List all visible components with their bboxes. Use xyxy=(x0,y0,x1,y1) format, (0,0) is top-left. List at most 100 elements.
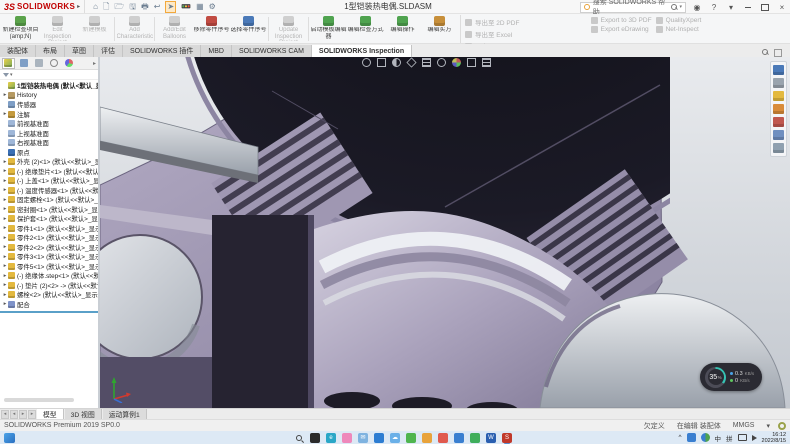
login-user-icon[interactable]: ◉ xyxy=(691,2,703,13)
tree-item[interactable]: 1型铠装热电偶 (默认<默认_显示状态-1 xyxy=(0,81,98,91)
status-item[interactable]: 欠定义 xyxy=(644,421,665,431)
taskbar-app-icon[interactable] xyxy=(406,433,416,443)
ribbon-button[interactable]: 选择零件序号 xyxy=(230,15,267,43)
tree-item[interactable]: 零件2<1> (默认<<默认>_显示状态 xyxy=(0,233,98,243)
tree-item[interactable]: (-) 温度传感器<1> (默认<<默认>_ xyxy=(0,186,98,196)
command-tab[interactable]: SOLIDWORKS CAM xyxy=(232,45,312,57)
view-tab[interactable]: 运动算例1 xyxy=(103,409,147,419)
ribbon-button[interactable]: 编辑操作 xyxy=(384,15,421,43)
quick-access-icon[interactable]: 🗁 xyxy=(114,2,124,12)
zoom-fit-icon[interactable] xyxy=(362,58,371,67)
tree-item[interactable]: History xyxy=(0,91,98,101)
command-tab[interactable]: SOLIDWORKS Inspection xyxy=(312,45,412,57)
command-tab[interactable]: MBD xyxy=(201,45,232,57)
quick-access-icon[interactable]: ⚙ xyxy=(209,2,216,12)
export-menu-item[interactable]: QualityXpert xyxy=(656,17,702,24)
command-tab[interactable]: 装配体 xyxy=(0,45,36,57)
export-menu-item[interactable]: 导出至 2D PDF xyxy=(465,17,587,27)
task-pane-icon[interactable] xyxy=(773,91,784,101)
taskbar-app-icon[interactable] xyxy=(278,433,288,443)
ribbon-button[interactable]: 新建模板 xyxy=(76,15,113,43)
tray-chevron-up-icon[interactable]: ^ xyxy=(678,434,681,441)
ime-mode-indicator[interactable]: 拼 xyxy=(726,433,733,443)
ime-language-indicator[interactable]: 中 xyxy=(715,433,722,443)
ribbon-button[interactable]: Update Inspection Project xyxy=(270,15,307,43)
tree-item[interactable]: 上视基准面 xyxy=(0,129,98,139)
tree-item[interactable]: 前视基准面 xyxy=(0,119,98,129)
quick-access-icon[interactable]: 🚥 xyxy=(181,2,191,12)
solidworks-logo[interactable]: 3S SOLIDWORKS ▸ xyxy=(0,0,85,13)
taskbar-app-icon[interactable]: S xyxy=(502,433,512,443)
section-view-icon[interactable] xyxy=(392,58,401,67)
tab-propertymanager[interactable] xyxy=(17,58,30,69)
taskbar-app-icon[interactable] xyxy=(374,433,384,443)
command-tab[interactable]: SOLIDWORKS 插件 xyxy=(123,45,201,57)
status-item[interactable]: MMGS xyxy=(733,422,755,429)
task-pane-icon[interactable] xyxy=(773,143,784,153)
minimize-button[interactable] xyxy=(742,2,754,13)
tab-dimxpertmanager[interactable] xyxy=(47,58,60,69)
restore-button[interactable] xyxy=(759,2,771,13)
brand-flyout-arrow-icon[interactable]: ▸ xyxy=(77,3,80,10)
tree-item[interactable]: (-) 绝缘体.step<1> (默认<<默认> xyxy=(0,271,98,281)
apply-scene-icon[interactable] xyxy=(467,58,476,67)
quick-access-icon[interactable]: ▦ xyxy=(196,2,204,12)
taskbar-app-icon[interactable] xyxy=(342,433,352,443)
search-icon[interactable] xyxy=(671,4,677,10)
ribbon-button[interactable]: 启动模板编辑器 xyxy=(310,15,347,43)
edit-appearance-icon[interactable] xyxy=(452,58,461,67)
tree-item[interactable]: 螺栓<2> (默认<<默认>_显示状态 xyxy=(0,290,98,300)
ribbon-button[interactable]: Add/Edit Balloons xyxy=(156,15,193,43)
help-search-box[interactable]: 搜索 SOLIDWORKS 帮助 ▾ xyxy=(580,2,686,13)
taskbar-app-icon[interactable] xyxy=(422,433,432,443)
tree-filter-row[interactable]: ▾ xyxy=(0,70,98,80)
task-pane-icon[interactable] xyxy=(773,65,784,75)
zoom-area-icon[interactable] xyxy=(377,58,386,67)
tree-item[interactable]: 零件2<2> (默认<<默认>_显示状态 xyxy=(0,243,98,253)
hide-show-items-icon[interactable] xyxy=(437,58,446,67)
quick-access-icon[interactable]: ➤ xyxy=(165,1,176,13)
tree-item[interactable]: 配合 xyxy=(0,300,98,310)
export-menu-item[interactable]: Export to 3D PDF xyxy=(591,17,652,24)
panel-horizontal-scrollbar[interactable] xyxy=(4,398,74,402)
tray-onedrive-icon[interactable] xyxy=(687,433,696,442)
search-dropdown-icon[interactable]: ▾ xyxy=(679,4,682,10)
quick-access-icon[interactable]: ↩ xyxy=(154,2,161,12)
ribbon-button[interactable]: 移除零件序号 xyxy=(193,15,230,43)
display-style-icon[interactable] xyxy=(422,58,431,67)
tree-item[interactable]: 固定螺栓<1> (默认<<默认>_显示 xyxy=(0,195,98,205)
tree-item[interactable]: 传感器 xyxy=(0,100,98,110)
taskbar-app-icon[interactable]: ☁ xyxy=(390,433,400,443)
taskbar-clock[interactable]: 16:12 2022/8/15 xyxy=(762,432,786,444)
status-item[interactable]: 在编辑 装配体 xyxy=(677,421,721,431)
panel-tabs-overflow-icon[interactable]: ▸ xyxy=(93,60,96,67)
help-dropdown-icon[interactable]: ▾ xyxy=(725,2,737,13)
filter-dropdown-icon[interactable]: ▾ xyxy=(10,72,13,78)
tray-security-icon[interactable] xyxy=(701,433,710,442)
network-icon[interactable] xyxy=(738,434,747,441)
command-tab[interactable]: 评估 xyxy=(94,45,123,57)
tree-item[interactable]: 原点 xyxy=(0,148,98,158)
tree-item[interactable]: 外壳 (2)<1> (默认<<默认>_显示状 xyxy=(0,157,98,167)
task-pane-icon[interactable] xyxy=(773,78,784,88)
tree-item[interactable]: (-) 绝缘垫片<1> (默认<<默认>_显 xyxy=(0,167,98,177)
taskbar-app-icon[interactable]: W xyxy=(486,433,496,443)
ribbon-button[interactable]: 编辑实方 xyxy=(421,15,458,43)
tree-item[interactable]: 右视基准面 xyxy=(0,138,98,148)
help-button[interactable]: ? xyxy=(708,2,720,13)
tab-nav-arrow[interactable]: ▸ xyxy=(28,410,36,419)
tree-item[interactable]: 零件3<1> (默认<<默认>_显示状态 xyxy=(0,252,98,262)
taskbar-app-icon[interactable] xyxy=(310,433,320,443)
tree-item[interactable]: 注解 xyxy=(0,110,98,120)
close-button[interactable]: × xyxy=(776,2,788,13)
quick-access-icon[interactable]: 🖶 xyxy=(141,2,149,12)
tree-item[interactable]: 零件5<1> (默认<<默认>_显示状态 xyxy=(0,262,98,272)
tree-item[interactable]: 密封圈<1> (默认<<默认>_显示状 xyxy=(0,205,98,215)
tab-nav-arrow[interactable]: ▸ xyxy=(19,410,27,419)
taskbar-app-icon[interactable]: e xyxy=(326,433,336,443)
view-tab[interactable]: 3D 视图 xyxy=(65,409,102,419)
search-commands-icon[interactable] xyxy=(762,49,768,55)
ribbon-button[interactable]: Add Characteristic xyxy=(116,15,153,43)
widgets-icon[interactable] xyxy=(4,433,15,443)
task-pane-icon[interactable] xyxy=(773,117,784,127)
